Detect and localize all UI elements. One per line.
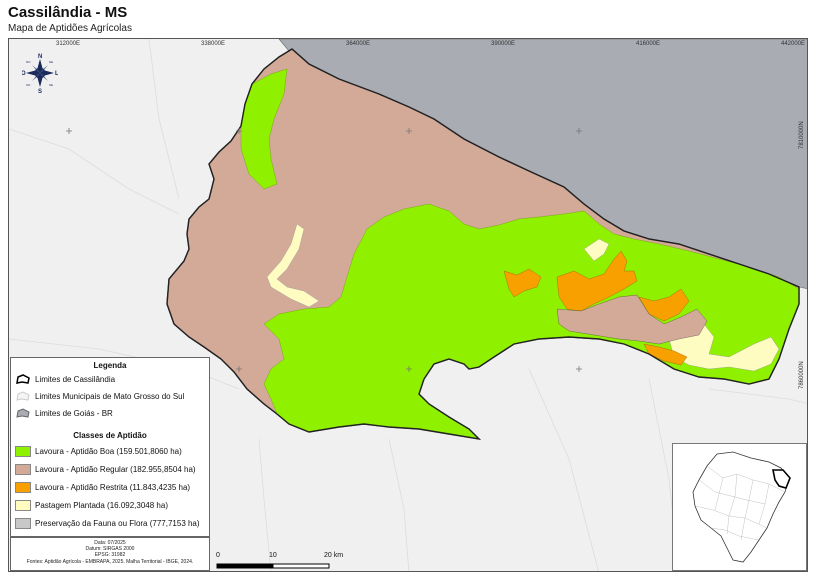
coord-y-2: 7860000N bbox=[799, 361, 805, 389]
coord-x-2: 338000E bbox=[201, 41, 226, 47]
municipal-limit-symbol bbox=[16, 391, 30, 401]
swatch-good bbox=[15, 446, 31, 457]
legend-limit-label: Limites Municipais de Mato Grosso do Sul bbox=[35, 392, 185, 401]
meta-sources: Fontes: Aptidão Agrícola - EMBRAPA, 2025… bbox=[26, 558, 194, 565]
legend-class-preservation: Preservação da Fauna ou Flora (777,7153 … bbox=[15, 518, 200, 529]
swatch-pasture bbox=[15, 500, 31, 511]
compass-ne: NE bbox=[49, 60, 53, 64]
compass-se: SE bbox=[49, 83, 53, 87]
swatch-restricted bbox=[15, 482, 31, 493]
swatch-regular bbox=[15, 464, 31, 475]
scale-label-20: 20 km bbox=[324, 552, 344, 559]
compass-rose: N S L O NO NE SO SE bbox=[21, 53, 59, 95]
legend-class-regular: Lavoura - Aptidão Regular (182.955,8504 … bbox=[15, 464, 196, 475]
swatch-preservation bbox=[15, 518, 31, 529]
coord-x-5: 416000E bbox=[636, 41, 661, 47]
legend-class-label: Lavoura - Aptidão Regular (182.955,8504 … bbox=[35, 465, 196, 474]
cassilandia-limit-symbol bbox=[16, 374, 30, 384]
legend-class-label: Preservação da Fauna ou Flora (777,7153 … bbox=[35, 519, 200, 528]
legend-class-label: Pastagem Plantada (16.092,3048 ha) bbox=[35, 501, 168, 510]
legend-class-label: Lavoura - Aptidão Boa (159.501,8060 ha) bbox=[35, 447, 182, 456]
coord-x-4: 390000E bbox=[491, 41, 516, 47]
compass-s: S bbox=[38, 89, 42, 93]
goias-limit-symbol bbox=[16, 408, 30, 418]
legend-class-pasture: Pastagem Plantada (16.092,3048 ha) bbox=[15, 500, 168, 511]
legend-class-restricted: Lavoura - Aptidão Restrita (11.843,4235 … bbox=[15, 482, 190, 493]
map-subtitle: Mapa de Aptidões Agrícolas bbox=[8, 23, 132, 34]
coord-x-1: 312000E bbox=[56, 41, 81, 47]
compass-w: O bbox=[22, 71, 26, 77]
ms-state-outline bbox=[692, 451, 790, 563]
compass-no: NO bbox=[26, 60, 31, 64]
map-title: Cassilândia - MS bbox=[8, 4, 128, 21]
legend-classes-title: Classes de Aptidão bbox=[73, 431, 147, 440]
legend-limit-ms: Limites Municipais de Mato Grosso do Sul bbox=[15, 391, 184, 402]
legend-limit-label: Limites de Cassilândia bbox=[35, 375, 116, 384]
legend-panel: Legenda Limites de Cassilândia Limites M… bbox=[10, 357, 210, 537]
scale-bar: 0 10 20 km bbox=[216, 552, 346, 572]
legend-limit-label: Limites de Goiás - BR bbox=[35, 409, 113, 418]
legend-class-good: Lavoura - Aptidão Boa (159.501,8060 ha) bbox=[15, 446, 182, 457]
locator-inset-map[interactable] bbox=[672, 443, 807, 571]
legend-limit-goias: Limites de Goiás - BR bbox=[15, 408, 113, 419]
coord-x-6: 442000E bbox=[781, 41, 806, 47]
legend-limit-cassilandia: Limites de Cassilândia bbox=[15, 374, 115, 385]
compass-e: L bbox=[55, 71, 58, 77]
coord-y-1: 7810000N bbox=[799, 121, 805, 149]
scale-label-0: 0 bbox=[216, 552, 220, 559]
scale-label-10: 10 bbox=[269, 552, 277, 559]
scale-bar-graphic bbox=[216, 563, 330, 569]
compass-so: SO bbox=[26, 83, 31, 87]
compass-n: N bbox=[38, 54, 42, 60]
legend-class-label: Lavoura - Aptidão Restrita (11.843,4235 … bbox=[35, 483, 191, 492]
legend-title: Legenda bbox=[93, 361, 127, 370]
locator-map-canvas bbox=[692, 451, 791, 563]
metadata-panel: Data: 07/2025 Datum: SIRGAS 2000 EPSG: 3… bbox=[10, 537, 210, 571]
coord-x-3: 364000E bbox=[346, 41, 371, 47]
